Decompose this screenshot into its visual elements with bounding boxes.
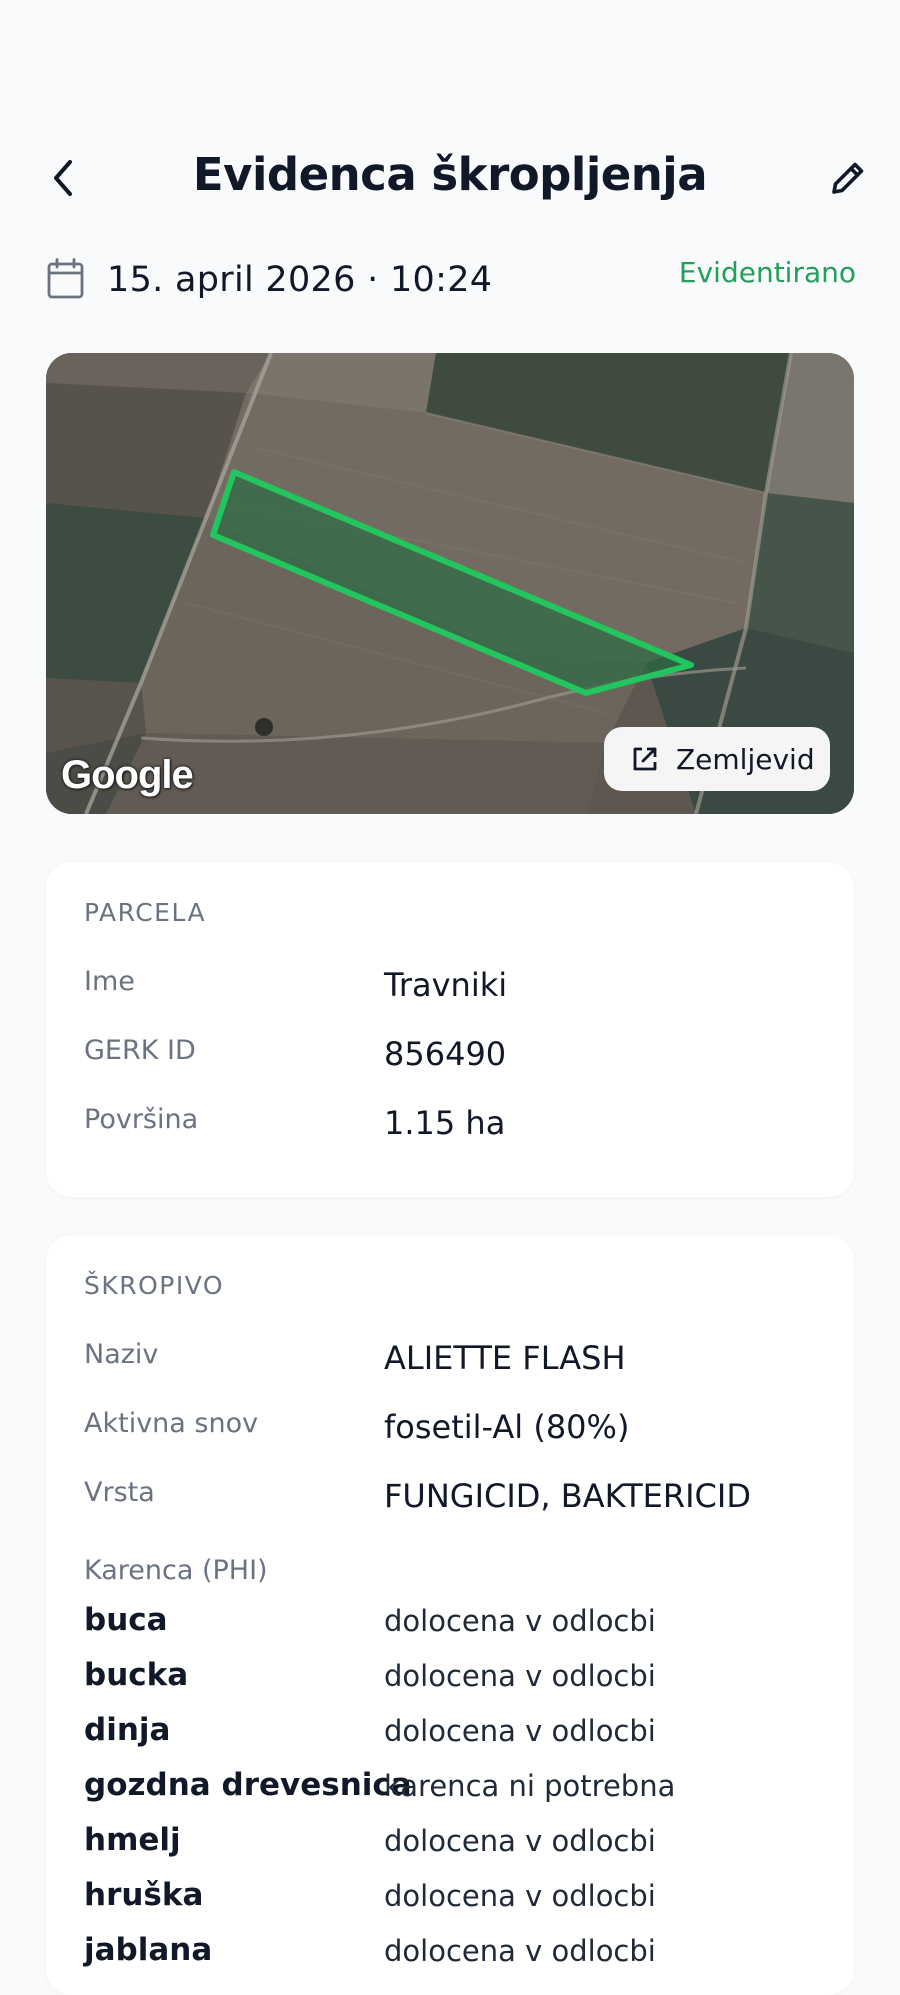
edit-button[interactable] bbox=[820, 150, 876, 206]
parcel-section-title: PARCELA bbox=[84, 898, 207, 927]
active-substance-label: Aktivna snov bbox=[84, 1408, 259, 1439]
parcel-name-value: Travniki bbox=[384, 966, 508, 1004]
date-row: 15. april 2026 · 10:24 Evidentirano bbox=[46, 250, 856, 310]
page-title: Evidenca škropljenja bbox=[192, 148, 708, 201]
spray-card: ŠKROPIVO Naziv ALIETTE FLASH Aktivna sno… bbox=[46, 1235, 854, 1995]
external-link-icon bbox=[630, 744, 660, 774]
phi-crop: bucka bbox=[84, 1657, 189, 1693]
map-attribution: Google bbox=[61, 753, 194, 797]
gerk-id-value: 856490 bbox=[384, 1035, 507, 1073]
type-label: Vrsta bbox=[84, 1477, 155, 1508]
parcel-name-label: Ime bbox=[84, 966, 135, 997]
calendar-icon bbox=[47, 258, 84, 299]
phi-value: dolocena v odlocbi bbox=[384, 1714, 656, 1748]
type-value: FUNGICID, BAKTERICID bbox=[384, 1477, 751, 1515]
area-value: 1.15 ha bbox=[384, 1104, 506, 1142]
phi-crop: jablana bbox=[84, 1932, 213, 1968]
phi-label: Karenca (PHI) bbox=[84, 1555, 268, 1586]
status-badge: Evidentirano bbox=[678, 256, 856, 289]
phi-value: dolocena v odlocbi bbox=[384, 1934, 656, 1968]
gerk-id-label: GERK ID bbox=[84, 1035, 196, 1066]
record-date: 15. april 2026 · 10:24 bbox=[107, 260, 493, 300]
pencil-icon bbox=[832, 162, 864, 194]
phi-value: dolocena v odlocbi bbox=[384, 1659, 656, 1693]
product-name-label: Naziv bbox=[84, 1339, 159, 1370]
phi-value: dolocena v odlocbi bbox=[384, 1604, 656, 1638]
open-map-label: Zemljevid bbox=[676, 742, 815, 776]
phi-crop: dinja bbox=[84, 1712, 171, 1748]
area-label: Površina bbox=[84, 1104, 199, 1135]
spray-section-title: ŠKROPIVO bbox=[84, 1271, 225, 1300]
open-map-button[interactable]: Zemljevid bbox=[604, 727, 830, 791]
phi-crop: hruška bbox=[84, 1877, 204, 1913]
active-substance-value: fosetil-Al (80%) bbox=[384, 1408, 630, 1446]
phi-crop: buca bbox=[84, 1602, 168, 1638]
header: Evidenca škropljenja bbox=[0, 130, 900, 220]
product-name-value: ALIETTE FLASH bbox=[384, 1339, 626, 1377]
phi-value: dolocena v odlocbi bbox=[384, 1879, 656, 1913]
phi-value: karenca ni potrebna bbox=[384, 1769, 676, 1803]
parcel-card: PARCELA Ime Travniki GERK ID 856490 Povr… bbox=[46, 862, 854, 1197]
parcel-map[interactable]: Google Zemljevid bbox=[46, 353, 854, 814]
phi-crop: hmelj bbox=[84, 1822, 181, 1858]
phi-crop: gozdna drevesnica bbox=[84, 1767, 412, 1803]
phi-value: dolocena v odlocbi bbox=[384, 1824, 656, 1858]
